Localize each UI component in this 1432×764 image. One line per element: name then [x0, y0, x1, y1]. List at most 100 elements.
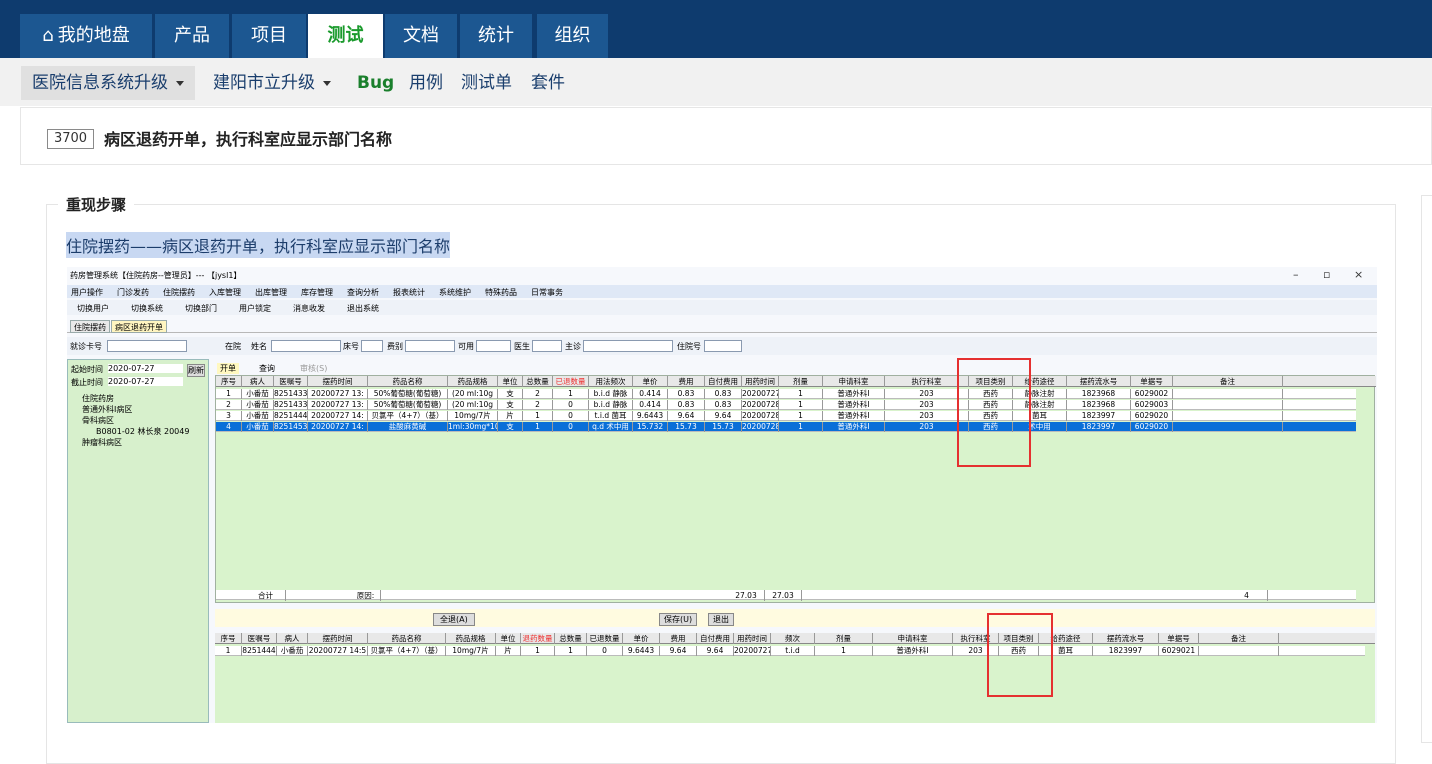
table-cell: 2 — [523, 400, 553, 410]
highlight-box — [957, 358, 1031, 467]
table-cell: 8251444 — [242, 646, 277, 656]
tab-3[interactable]: 测试 — [308, 14, 383, 58]
tab-1[interactable]: 产品 — [155, 14, 229, 58]
menu-item: 系统维护 — [439, 288, 471, 297]
column-header: 医嘱号 — [274, 376, 308, 387]
table-cell: 6029020 — [1131, 411, 1173, 421]
card-input — [107, 340, 187, 352]
table-cell: 普通外科Ⅰ — [823, 389, 885, 399]
tab-6[interactable]: 组织 — [537, 14, 608, 58]
chevron-down-icon — [176, 80, 184, 86]
table-cell: (20 ml:10g — [448, 389, 498, 399]
table-cell — [1173, 400, 1283, 410]
column-header: 退药数量 — [521, 633, 555, 644]
diag-input — [583, 340, 673, 352]
name-input — [271, 340, 341, 352]
table-cell: 普通外科Ⅰ — [823, 411, 885, 421]
column-header: 单位 — [496, 633, 521, 644]
table-cell: 20200727 13: — [308, 400, 368, 410]
tab-label: 产品 — [174, 25, 210, 46]
column-header: 病人 — [277, 633, 308, 644]
table-cell — [1173, 411, 1283, 421]
column-header: 自付费用 — [697, 633, 734, 644]
bug-id-badge: 3700 — [47, 129, 94, 149]
tab-label: 统计 — [478, 25, 514, 46]
summary-label: 合计 — [246, 590, 286, 601]
table-cell: 0 — [553, 400, 589, 410]
table-cell: 6029021 — [1159, 646, 1199, 656]
table-cell — [1173, 389, 1283, 399]
maximize-icon: ▫ — [1323, 268, 1331, 281]
bottom-grid-header: 序号 医嘱号 病人 摆药时间 药品名称 药品规格 单位 退药数量 总数量 已退数量 单价 费用 自付费用… — [215, 633, 1375, 644]
product-dropdown[interactable]: 医院信息系统升级 — [21, 66, 195, 100]
table-cell: 0 — [587, 646, 623, 656]
table-cell: 1 — [521, 646, 555, 656]
top-navigation: ⌂ 我的地盘 产品 项目 测试 文档 统计 组织 — [0, 0, 1432, 58]
column-header: 单价 — [623, 633, 660, 644]
grid-header: 序号 病人 医嘱号 摆药时间 药品名称 药品规格 单位 总数量 已退数量 用法频次 单价 费用 自付费用… — [216, 376, 1376, 387]
table-cell: 小番茄 — [242, 422, 274, 432]
start-label: 起始时间 — [71, 365, 103, 374]
tab-2[interactable]: 项目 — [232, 14, 306, 58]
table-cell: 普通外科Ⅰ — [823, 400, 885, 410]
tree-node: 住院药房 — [82, 394, 114, 403]
table-cell: 1 — [555, 646, 587, 656]
table-cell: 0.414 — [633, 389, 668, 399]
refresh-button: 刷新 — [187, 364, 205, 377]
tree-node: 肿瘤科病区 — [82, 438, 122, 447]
reason-label: 原因: — [351, 590, 381, 601]
column-header: 单价 — [633, 376, 668, 387]
table-cell: 15.732 — [633, 422, 668, 432]
testtask-link[interactable]: 测试单 — [461, 66, 512, 100]
column-header: 摆药流水号 — [1067, 376, 1131, 387]
table-row: 3 小番茄 8251444 20200727 14: 贝氯平（4+7）（基） 10mg/7… — [216, 411, 1356, 421]
table-cell: 10mg/7片 — [448, 411, 498, 421]
column-header: 总数量 — [555, 633, 587, 644]
bug-title: 病区退药开单，执行科室应显示部门名称 — [104, 130, 393, 149]
branch-dropdown[interactable]: 建阳市立升级 — [213, 66, 331, 100]
table-cell: 贝氯平（4+7）（基） — [368, 411, 448, 421]
table-cell: 20200727 13: — [308, 389, 368, 399]
embedded-screenshot: 药房管理系统【住院药房--管理员】--- 【jysl1】 – ▫ × 用户操作 门诊发药住… — [67, 267, 1377, 723]
table-cell: 小番茄 — [242, 411, 274, 421]
table-cell: 1 — [779, 400, 823, 410]
steps-text: 住院摆药——病区退药开单，执行科室应显示部门名称 — [66, 232, 451, 258]
column-header: 申请科室 — [873, 633, 953, 644]
table-cell: 1 — [215, 646, 242, 656]
table-cell: 贝氯平（4+7）（基） — [368, 646, 446, 656]
summary-self: 27.03 — [765, 590, 802, 601]
column-header: 总数量 — [523, 376, 553, 387]
column-header: 用药时间 — [734, 633, 771, 644]
table-cell: 1823968 — [1067, 400, 1131, 410]
close-icon: × — [1354, 268, 1364, 281]
table-cell: 1823997 — [1067, 411, 1131, 421]
menu-item: 报表统计 — [393, 288, 425, 297]
table-cell: 1 — [779, 411, 823, 421]
highlight-box — [987, 613, 1053, 697]
table-cell: 20200727 — [742, 389, 779, 399]
table-cell: t.i.d 菌耳 — [589, 411, 633, 421]
toolbar-button: 消息收发 — [293, 304, 325, 313]
tab-5[interactable]: 统计 — [460, 14, 532, 58]
tab-0[interactable]: ⌂ 我的地盘 — [20, 14, 152, 58]
table-cell: 20200728 — [742, 422, 779, 432]
case-link[interactable]: 用例 — [409, 66, 443, 100]
table-row: 1 小番茄 8251433 20200727 13: 50%葡萄糖(葡萄糖) (20 ml… — [216, 389, 1356, 399]
doctor-label: 医生 — [514, 342, 530, 351]
table-cell: 1 — [779, 422, 823, 432]
tab-4[interactable]: 文档 — [385, 14, 457, 58]
toolbar-button: 用户锁定 — [239, 304, 271, 313]
end-date: 2020-07-27 — [108, 377, 183, 386]
menu-item: 特殊药品 — [485, 288, 517, 297]
suite-link[interactable]: 套件 — [531, 66, 565, 100]
column-header: 摆药时间 — [308, 376, 368, 387]
table-cell: 1 — [523, 422, 553, 432]
tab-label: 测试 — [327, 25, 364, 46]
side-panel — [1421, 195, 1432, 743]
avail-input — [476, 340, 511, 352]
card-label: 就诊卡号 — [70, 342, 102, 351]
table-cell: 6029020 — [1131, 422, 1173, 432]
summary-row: 合计 原因: 27.03 27.03 4 — [216, 590, 1356, 601]
bug-link[interactable]: Bug — [357, 66, 394, 100]
table-cell: 9.6443 — [623, 646, 660, 656]
